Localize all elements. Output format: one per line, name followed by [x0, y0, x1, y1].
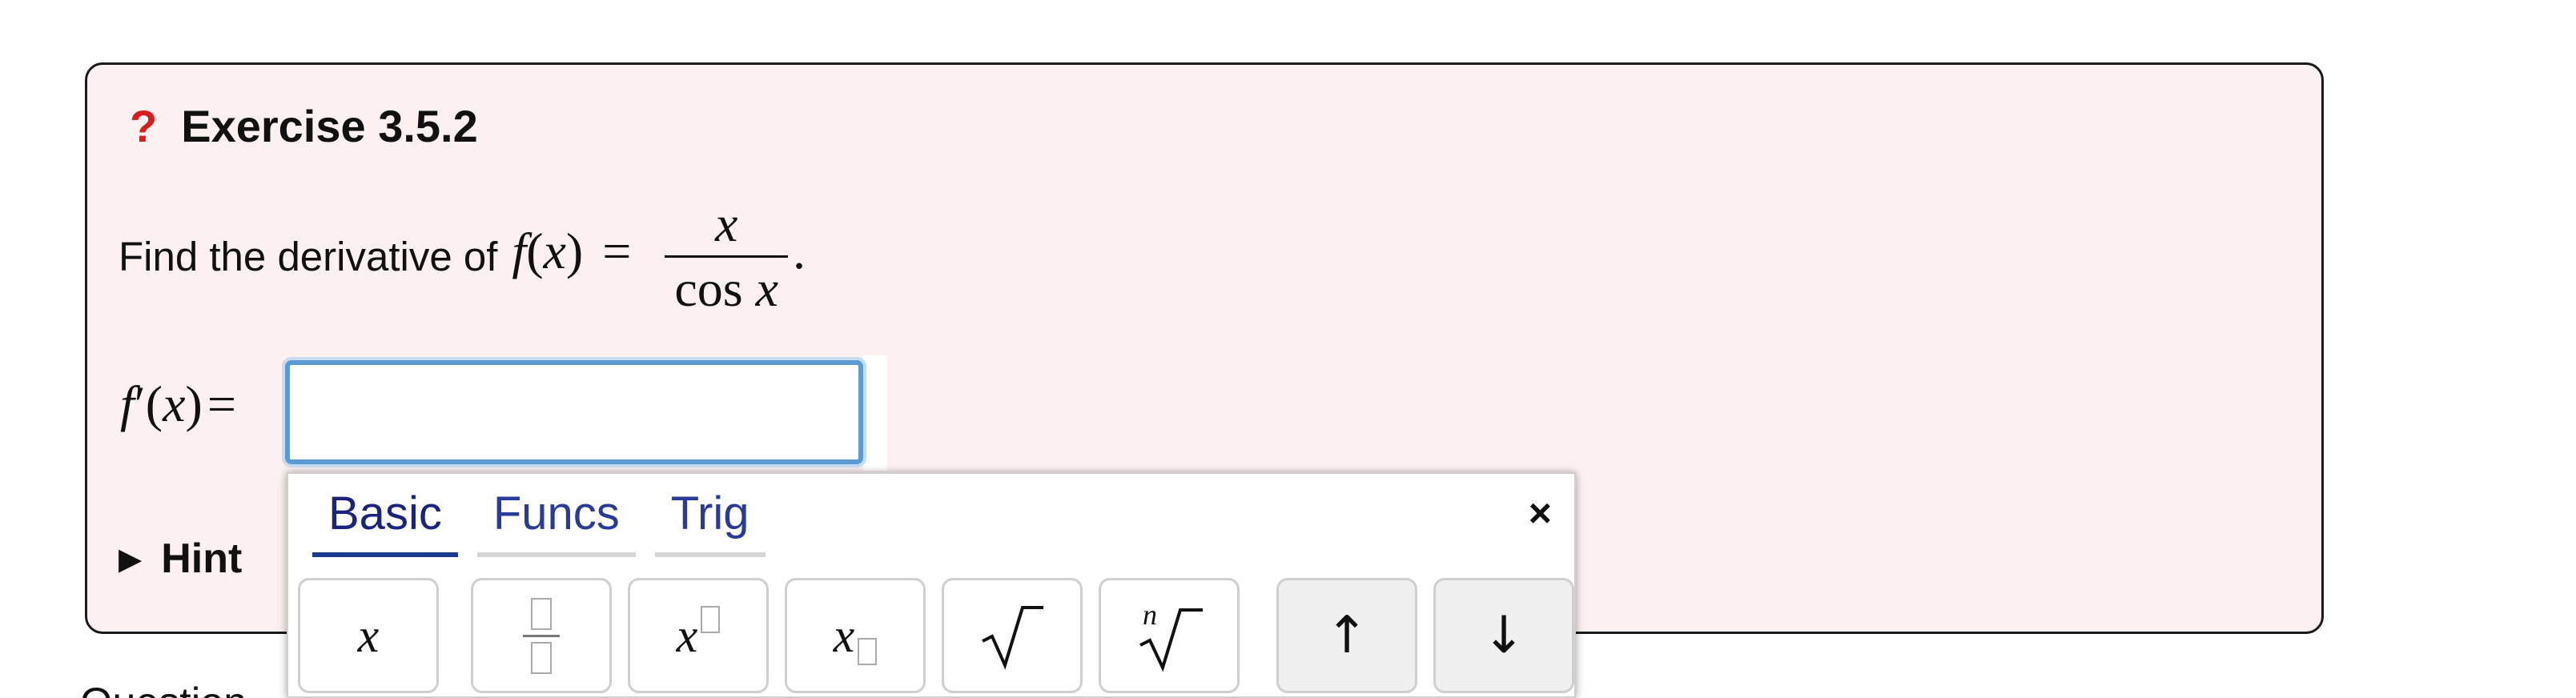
- key-x[interactable]: x: [298, 578, 439, 693]
- tab-funcs[interactable]: Funcs: [476, 482, 636, 557]
- key-subscript[interactable]: x: [785, 578, 926, 693]
- function-expression: f(x) = x cos x .: [512, 193, 806, 320]
- tab-basic[interactable]: Basic: [312, 482, 458, 557]
- function-name: f: [512, 222, 527, 279]
- keypad-tabs: Basic Funcs Trig: [312, 482, 766, 557]
- up-arrow-icon: ↑: [1325, 606, 1368, 665]
- prompt-period: .: [793, 222, 806, 279]
- key-up-arrow[interactable]: ↑: [1276, 578, 1417, 693]
- fraction-numerator: x: [714, 195, 738, 252]
- nth-root-index: n: [1143, 599, 1157, 631]
- nth-root-icon: [1139, 608, 1203, 672]
- subscript-icon: x: [834, 606, 878, 665]
- next-question-label: Question: [80, 679, 247, 698]
- sqrt-icon: [982, 606, 1043, 670]
- function-variable: x: [543, 222, 566, 279]
- key-power[interactable]: x: [628, 578, 769, 693]
- key-nth-root[interactable]: n: [1099, 578, 1240, 693]
- equals-sign: =: [602, 222, 632, 279]
- exercise-title: Exercise 3.5.2: [181, 101, 478, 151]
- math-keypad: Basic Funcs Trig × x x x n ↑ ↓: [287, 472, 1576, 698]
- exercise-prompt: Find the derivative of f(x) = x cos x .: [119, 195, 806, 317]
- fraction-icon: [523, 597, 560, 674]
- fraction: x cos x: [665, 193, 789, 320]
- answer-input[interactable]: [285, 360, 863, 464]
- key-fraction[interactable]: [471, 578, 612, 693]
- exercise-header: ? Exercise 3.5.2: [130, 100, 478, 152]
- answer-backdrop: [863, 355, 887, 471]
- expand-triangle-icon: ▶: [119, 542, 143, 576]
- question-mark-icon: ?: [130, 101, 158, 151]
- hint-toggle[interactable]: ▶ Hint: [119, 535, 242, 583]
- power-icon: x: [677, 606, 721, 664]
- down-arrow-icon: ↓: [1482, 606, 1525, 665]
- close-icon[interactable]: ×: [1529, 490, 1552, 536]
- key-sqrt[interactable]: [942, 578, 1083, 693]
- fraction-denominator: cos x: [674, 259, 779, 317]
- answer-label: f′(x)=: [120, 375, 236, 432]
- key-down-arrow[interactable]: ↓: [1433, 578, 1574, 693]
- prompt-text: Find the derivative of: [119, 233, 498, 279]
- hint-label: Hint: [161, 536, 243, 582]
- tab-trig[interactable]: Trig: [654, 482, 766, 557]
